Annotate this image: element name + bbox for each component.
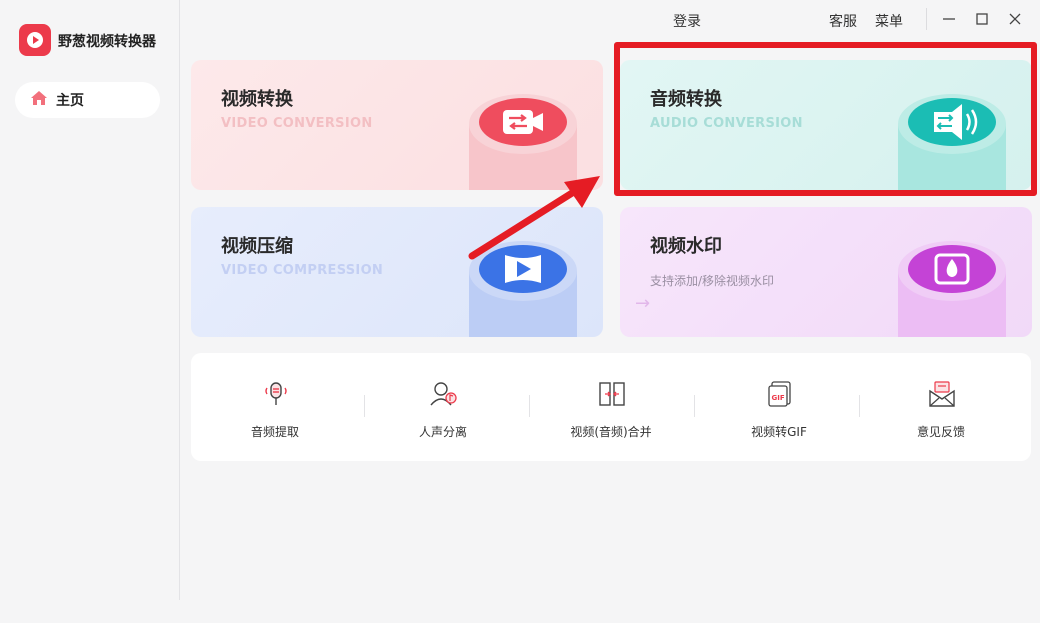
card-title: 视频压缩	[221, 236, 293, 257]
speaker-convert-icon	[898, 94, 1006, 190]
support-button[interactable]: 客服	[829, 11, 857, 31]
card-subtitle: AUDIO CONVERSION	[650, 116, 803, 131]
tools-panel: 音频提取 人声分离 视频(音频)合并 GIF 视频转GIF 意见反馈	[191, 353, 1031, 461]
watermark-icon	[898, 241, 1006, 337]
tool-audio-extract[interactable]: 音频提取	[191, 353, 359, 461]
close-icon[interactable]	[1005, 9, 1025, 29]
card-description: 支持添加/移除视频水印	[650, 274, 775, 288]
tool-label: 人声分离	[418, 425, 467, 439]
video-watermark-card[interactable]: 视频水印 支持添加/移除视频水印 →	[620, 207, 1032, 337]
card-title: 视频水印	[650, 236, 722, 257]
feedback-mail-icon	[929, 381, 955, 407]
merge-icon	[599, 382, 625, 406]
microphone-icon	[265, 382, 287, 405]
sidebar-item-home[interactable]: 主页	[15, 82, 160, 118]
tool-merge[interactable]: 视频(音频)合并	[527, 353, 695, 461]
gif-icon: GIF	[768, 381, 791, 407]
minimize-icon[interactable]	[939, 9, 959, 29]
card-title: 视频转换	[221, 89, 293, 110]
home-icon	[30, 90, 48, 110]
menu-button[interactable]: 菜单	[875, 11, 903, 31]
tool-video-to-gif[interactable]: GIF 视频转GIF	[695, 353, 863, 461]
arrow-right-icon: →	[635, 293, 651, 314]
video-compression-card[interactable]: 视频压缩 VIDEO COMPRESSION	[191, 207, 603, 337]
tool-label: 音频提取	[250, 425, 299, 439]
audio-conversion-card[interactable]: 音频转换 AUDIO CONVERSION	[620, 60, 1032, 190]
maximize-icon[interactable]	[972, 9, 992, 29]
card-subtitle: VIDEO COMPRESSION	[221, 263, 384, 278]
video-conversion-card[interactable]: 视频转换 VIDEO CONVERSION	[191, 60, 603, 190]
login-button[interactable]: 登录	[673, 11, 701, 31]
video-compress-icon	[469, 241, 577, 337]
card-subtitle: VIDEO CONVERSION	[221, 116, 373, 131]
tool-voice-separate[interactable]: 人声分离	[359, 353, 527, 461]
app-logo-icon	[19, 24, 51, 56]
card-title: 音频转换	[650, 89, 722, 110]
sidebar: 野葱视频转换器 主页	[0, 0, 180, 600]
tool-label: 意见反馈	[916, 425, 965, 439]
tool-label: 视频(音频)合并	[570, 425, 652, 439]
sidebar-item-label: 主页	[56, 93, 84, 109]
tool-feedback[interactable]: 意见反馈	[857, 353, 1025, 461]
titlebar-divider	[926, 8, 927, 30]
tool-label: 视频转GIF	[751, 425, 807, 439]
app-title: 野葱视频转换器	[58, 34, 156, 50]
voice-separate-icon	[430, 382, 457, 406]
video-convert-icon	[469, 94, 577, 190]
svg-text:GIF: GIF	[772, 394, 785, 402]
